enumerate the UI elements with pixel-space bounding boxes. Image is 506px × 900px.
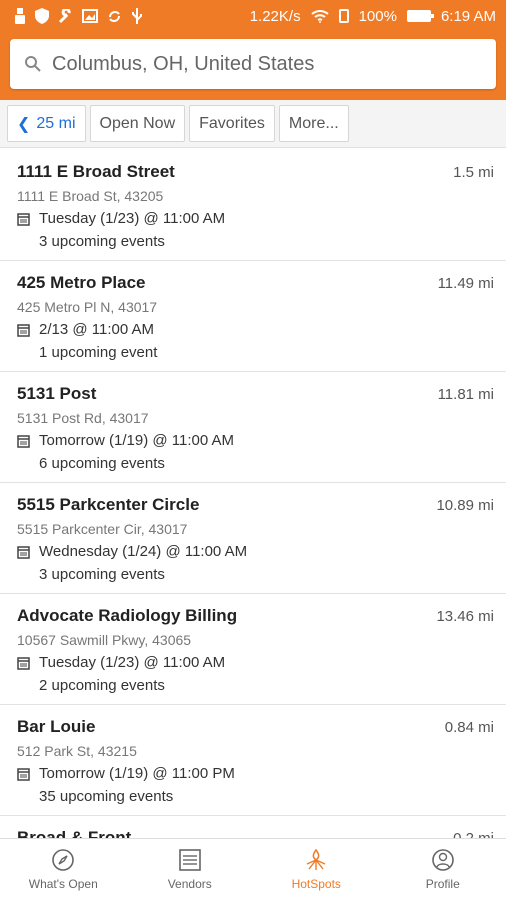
list-item[interactable]: 425 Metro Place 11.49 mi 425 Metro Pl N,… — [0, 261, 506, 372]
nav-vendors[interactable]: Vendors — [127, 839, 254, 900]
list-item[interactable]: 1111 E Broad Street 1.5 mi 1111 E Broad … — [0, 150, 506, 261]
location-name: 425 Metro Place — [17, 273, 146, 292]
list-item[interactable]: Advocate Radiology Billing 13.46 mi 1056… — [0, 594, 506, 705]
location-name: 5131 Post — [17, 384, 97, 403]
location-address: 512 Park St, 43215 — [17, 743, 137, 759]
upcoming-events-count: 2 upcoming events — [39, 677, 165, 694]
battery-icon — [406, 10, 434, 22]
next-event-date: Tuesday (1/23) @ 11:00 AM — [17, 654, 494, 671]
event-date-text: 2/13 @ 11:00 AM — [39, 321, 155, 338]
list-item[interactable]: Bar Louie 0.84 mi 512 Park St, 43215 Tom… — [0, 705, 506, 816]
location-distance: 11.49 mi — [437, 275, 494, 292]
location-distance: 13.46 mi — [436, 608, 494, 625]
wrench-icon — [58, 8, 71, 23]
event-date-text: Wednesday (1/24) @ 11:00 AM — [39, 543, 248, 560]
event-date-text: Tuesday (1/23) @ 11:00 AM — [39, 654, 226, 671]
calendar-icon — [17, 545, 30, 559]
search-input[interactable] — [52, 52, 472, 76]
next-event-date: 2/13 @ 11:00 AM — [17, 321, 494, 338]
event-date-text: Tomorrow (1/19) @ 11:00 AM — [39, 432, 235, 449]
nav-vendors-label: Vendors — [167, 877, 212, 891]
open-now-filter-button[interactable]: Open Now — [89, 105, 186, 142]
favorites-filter-button[interactable]: Favorites — [189, 105, 275, 142]
distance-filter-button[interactable]: ❮ 25 mi — [7, 105, 86, 142]
nav-whats-open-label: What's Open — [28, 877, 98, 891]
event-date-text: Tuesday (1/23) @ 11:00 AM — [39, 210, 226, 227]
more-filters-button[interactable]: More... — [278, 105, 349, 142]
list-icon — [178, 849, 201, 871]
list-item[interactable]: Broad & Front 0.2 mi — [0, 816, 506, 838]
shield-icon — [35, 8, 49, 24]
calendar-icon — [17, 323, 30, 337]
nav-hotspots-label: HotSpots — [291, 877, 341, 891]
event-date-text: Tomorrow (1/19) @ 11:00 PM — [39, 765, 235, 782]
vibrate-icon — [338, 9, 349, 23]
filter-bar: ❮ 25 mi Open Now Favorites More... — [0, 100, 506, 148]
distance-filter-label: 25 mi — [36, 114, 76, 132]
bottom-navigation: What's Open Vendors HotSpots Profile — [0, 838, 506, 900]
app-header: 1.22K/s 100% 6:19 AM — [0, 0, 506, 100]
upcoming-events-count: 3 upcoming events — [39, 233, 165, 250]
notification-icons — [14, 8, 143, 24]
next-event-date: Tuesday (1/23) @ 11:00 AM — [17, 210, 494, 227]
location-distance: 11.81 mi — [437, 386, 494, 403]
hotspots-icon — [306, 848, 326, 870]
location-name: Advocate Radiology Billing — [17, 606, 238, 625]
sync-icon — [109, 10, 120, 22]
network-speed: 1.22K/s — [249, 7, 301, 25]
calendar-icon — [17, 212, 30, 226]
location-name: Broad & Front — [17, 828, 132, 838]
battery-percent: 100% — [358, 7, 397, 25]
location-address: 10567 Sawmill Pkwy, 43065 — [17, 632, 192, 648]
upcoming-events-count: 3 upcoming events — [39, 566, 165, 583]
calendar-icon — [17, 434, 30, 448]
upcoming-events-count: 35 upcoming events — [39, 788, 174, 805]
nav-profile[interactable]: Profile — [380, 839, 506, 900]
nav-whats-open[interactable]: What's Open — [0, 839, 127, 900]
upcoming-events-count: 1 upcoming event — [39, 344, 158, 361]
location-distance: 0.84 mi — [444, 719, 494, 736]
list-item[interactable]: 5131 Post 11.81 mi 5131 Post Rd, 43017 T… — [0, 372, 506, 483]
location-distance: 0.2 mi — [453, 830, 494, 838]
search-bar[interactable] — [10, 39, 496, 89]
nav-hotspots[interactable]: HotSpots — [253, 839, 380, 900]
status-right: 1.22K/s 100% 6:19 AM — [250, 8, 496, 25]
location-name: 5515 Parkcenter Circle — [17, 495, 200, 514]
list-item[interactable]: 5515 Parkcenter Circle 10.89 mi 5515 Par… — [0, 483, 506, 594]
location-distance: 1.5 mi — [453, 164, 494, 181]
notification-icon — [15, 8, 25, 24]
next-event-date: Wednesday (1/24) @ 11:00 AM — [17, 543, 494, 560]
calendar-icon — [17, 656, 30, 670]
status-bar: 1.22K/s 100% 6:19 AM — [0, 0, 506, 32]
location-list: 1111 E Broad Street 1.5 mi 1111 E Broad … — [0, 150, 506, 838]
chevron-left-icon: ❮ — [17, 115, 31, 133]
calendar-icon — [17, 767, 30, 781]
location-address: 5515 Parkcenter Cir, 43017 — [17, 521, 188, 537]
location-name: 1111 E Broad Street — [17, 162, 175, 181]
search-icon — [25, 56, 41, 72]
next-event-date: Tomorrow (1/19) @ 11:00 PM — [17, 765, 494, 782]
profile-icon — [431, 849, 454, 871]
location-address: 425 Metro Pl N, 43017 — [17, 299, 158, 315]
usb-icon — [132, 8, 142, 24]
compass-icon — [52, 849, 75, 871]
clock: 6:19 AM — [440, 7, 496, 25]
location-distance: 10.89 mi — [436, 497, 494, 514]
nav-profile-label: Profile — [425, 877, 460, 891]
next-event-date: Tomorrow (1/19) @ 11:00 AM — [17, 432, 494, 449]
location-address: 5131 Post Rd, 43017 — [17, 410, 149, 426]
upcoming-events-count: 6 upcoming events — [39, 455, 165, 472]
location-name: Bar Louie — [17, 717, 96, 736]
location-address: 1111 E Broad St, 43205 — [17, 188, 164, 204]
image-icon — [82, 9, 98, 23]
wifi-icon — [310, 10, 329, 23]
